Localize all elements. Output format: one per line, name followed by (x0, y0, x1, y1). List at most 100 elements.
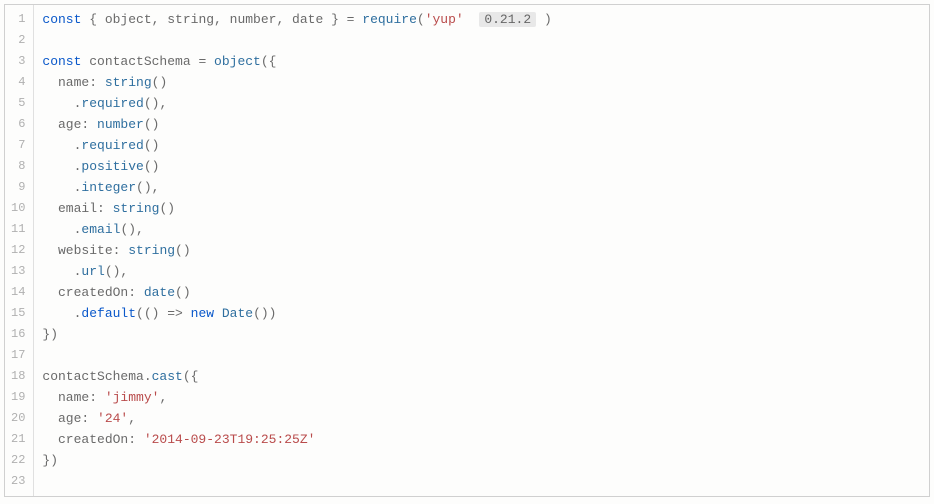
code-line[interactable]: const contactSchema = object({ (42, 51, 929, 72)
token-plain: () (159, 201, 175, 216)
code-line[interactable]: createdOn: date() (42, 282, 929, 303)
token-kw: new (191, 306, 214, 321)
token-plain: ({ (183, 369, 199, 384)
line-number: 21 (5, 429, 33, 450)
token-plain: email: (42, 201, 112, 216)
code-line[interactable]: createdOn: '2014-09-23T19:25:25Z' (42, 429, 929, 450)
token-plain: contactSchema = (81, 54, 214, 69)
token-plain: (), (136, 180, 159, 195)
token-fn: url (81, 264, 104, 279)
line-number: 22 (5, 450, 33, 471)
line-number: 10 (5, 198, 33, 219)
token-plain: { object, string, number, date } = (81, 12, 362, 27)
token-plain: }) (42, 327, 58, 342)
token-fn: object (214, 54, 261, 69)
code-line[interactable]: .integer(), (42, 177, 929, 198)
line-number: 6 (5, 114, 33, 135)
token-plain (464, 12, 480, 27)
token-plain: . (42, 138, 81, 153)
line-number: 9 (5, 177, 33, 198)
token-plain: () (144, 117, 160, 132)
token-plain: () (144, 138, 160, 153)
token-fn: required (81, 138, 143, 153)
token-plain: () (152, 75, 168, 90)
token-plain: createdOn: (42, 432, 143, 447)
token-plain (214, 306, 222, 321)
token-plain: . (42, 96, 81, 111)
line-gutter: 1234567891011121314151617181920212223 (5, 5, 34, 496)
token-fn: string (128, 243, 175, 258)
line-number: 2 (5, 30, 33, 51)
code-line[interactable] (42, 471, 929, 492)
token-plain: ({ (261, 54, 277, 69)
token-plain: name: (42, 75, 104, 90)
token-plain: . (42, 159, 81, 174)
token-fn: Date (222, 306, 253, 321)
line-number: 18 (5, 366, 33, 387)
token-str: '2014-09-23T19:25:25Z' (144, 432, 316, 447)
line-number: 13 (5, 261, 33, 282)
token-fn: positive (81, 159, 143, 174)
token-plain: () (144, 159, 160, 174)
code-line[interactable] (42, 30, 929, 51)
token-fn: integer (81, 180, 136, 195)
code-line[interactable]: }) (42, 324, 929, 345)
code-line[interactable]: const { object, string, number, date } =… (42, 9, 929, 30)
token-plain: ( (417, 12, 425, 27)
code-line[interactable]: name: 'jimmy', (42, 387, 929, 408)
line-number: 23 (5, 471, 33, 492)
token-plain: (), (144, 96, 167, 111)
line-number: 3 (5, 51, 33, 72)
line-number: 19 (5, 387, 33, 408)
token-fn: date (144, 285, 175, 300)
line-number: 15 (5, 303, 33, 324)
token-plain: () (175, 285, 191, 300)
line-number: 1 (5, 9, 33, 30)
code-line[interactable] (42, 345, 929, 366)
line-number: 11 (5, 219, 33, 240)
token-kw: const (42, 12, 81, 27)
code-line[interactable]: age: '24', (42, 408, 929, 429)
code-line[interactable]: website: string() (42, 240, 929, 261)
token-plain: (), (120, 222, 143, 237)
token-plain: . (42, 306, 81, 321)
line-number: 4 (5, 72, 33, 93)
code-line[interactable]: .url(), (42, 261, 929, 282)
code-line[interactable]: }) (42, 450, 929, 471)
code-line[interactable]: .positive() (42, 156, 929, 177)
token-plain: createdOn: (42, 285, 143, 300)
line-number: 7 (5, 135, 33, 156)
token-plain: . (42, 264, 81, 279)
token-plain: age: (42, 411, 97, 426)
code-editor[interactable]: 1234567891011121314151617181920212223 co… (4, 4, 930, 497)
code-area[interactable]: const { object, string, number, date } =… (34, 5, 929, 496)
token-fn: require (362, 12, 417, 27)
line-number: 16 (5, 324, 33, 345)
token-plain: name: (42, 390, 104, 405)
token-badge: 0.21.2 (479, 12, 536, 27)
token-plain: (), (105, 264, 128, 279)
token-plain: . (42, 180, 81, 195)
token-fn: required (81, 96, 143, 111)
code-line[interactable]: email: string() (42, 198, 929, 219)
token-plain: () (175, 243, 191, 258)
code-line[interactable]: .default(() => new Date()) (42, 303, 929, 324)
token-fn: number (97, 117, 144, 132)
token-plain: age: (42, 117, 97, 132)
token-fn: string (105, 75, 152, 90)
code-line[interactable]: .email(), (42, 219, 929, 240)
code-line[interactable]: age: number() (42, 114, 929, 135)
token-str: '24' (97, 411, 128, 426)
line-number: 12 (5, 240, 33, 261)
token-plain: , (128, 411, 136, 426)
token-fn: cast (152, 369, 183, 384)
token-fn: email (81, 222, 120, 237)
code-line[interactable]: name: string() (42, 72, 929, 93)
code-line[interactable]: .required(), (42, 93, 929, 114)
code-line[interactable]: contactSchema.cast({ (42, 366, 929, 387)
token-plain: ()) (253, 306, 276, 321)
line-number: 20 (5, 408, 33, 429)
token-str: 'jimmy' (105, 390, 160, 405)
line-number: 17 (5, 345, 33, 366)
code-line[interactable]: .required() (42, 135, 929, 156)
